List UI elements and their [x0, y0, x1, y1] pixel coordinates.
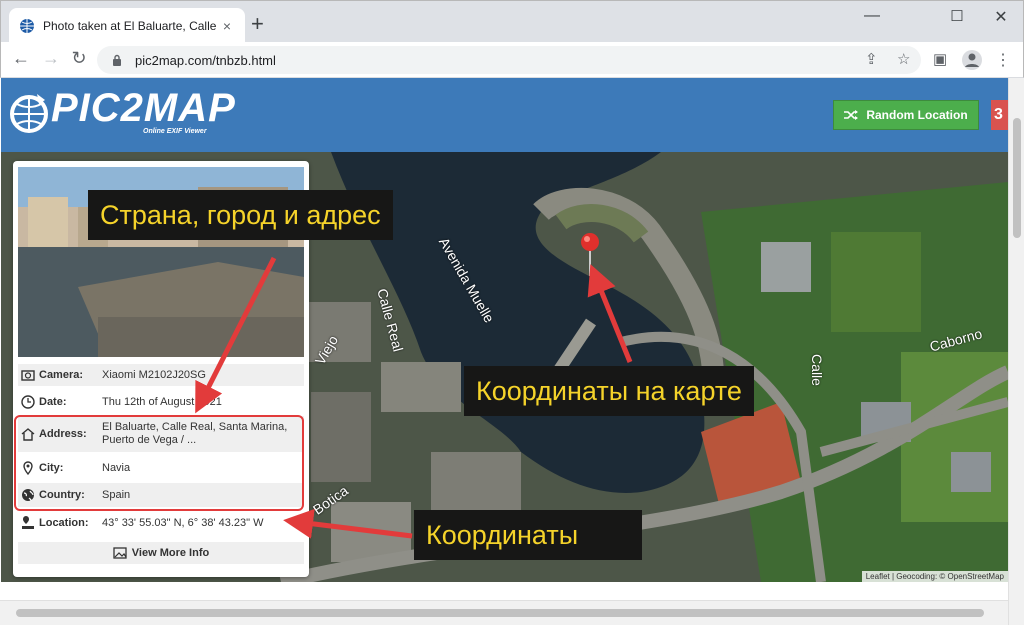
callout-coordinates: Координаты	[414, 510, 642, 560]
callout-map-coords: Координаты на карте	[464, 366, 754, 416]
arrow-to-address	[195, 256, 277, 414]
arrow-to-coordinates	[283, 508, 413, 539]
vertical-scrollbar[interactable]	[1008, 78, 1024, 625]
horizontal-scrollbar[interactable]	[0, 600, 1008, 625]
callout-address: Страна, город и адрес	[88, 190, 393, 240]
vertical-scroll-thumb[interactable]	[1013, 118, 1021, 238]
arrow-to-map-pin	[587, 264, 633, 363]
horizontal-scroll-thumb[interactable]	[16, 609, 984, 617]
